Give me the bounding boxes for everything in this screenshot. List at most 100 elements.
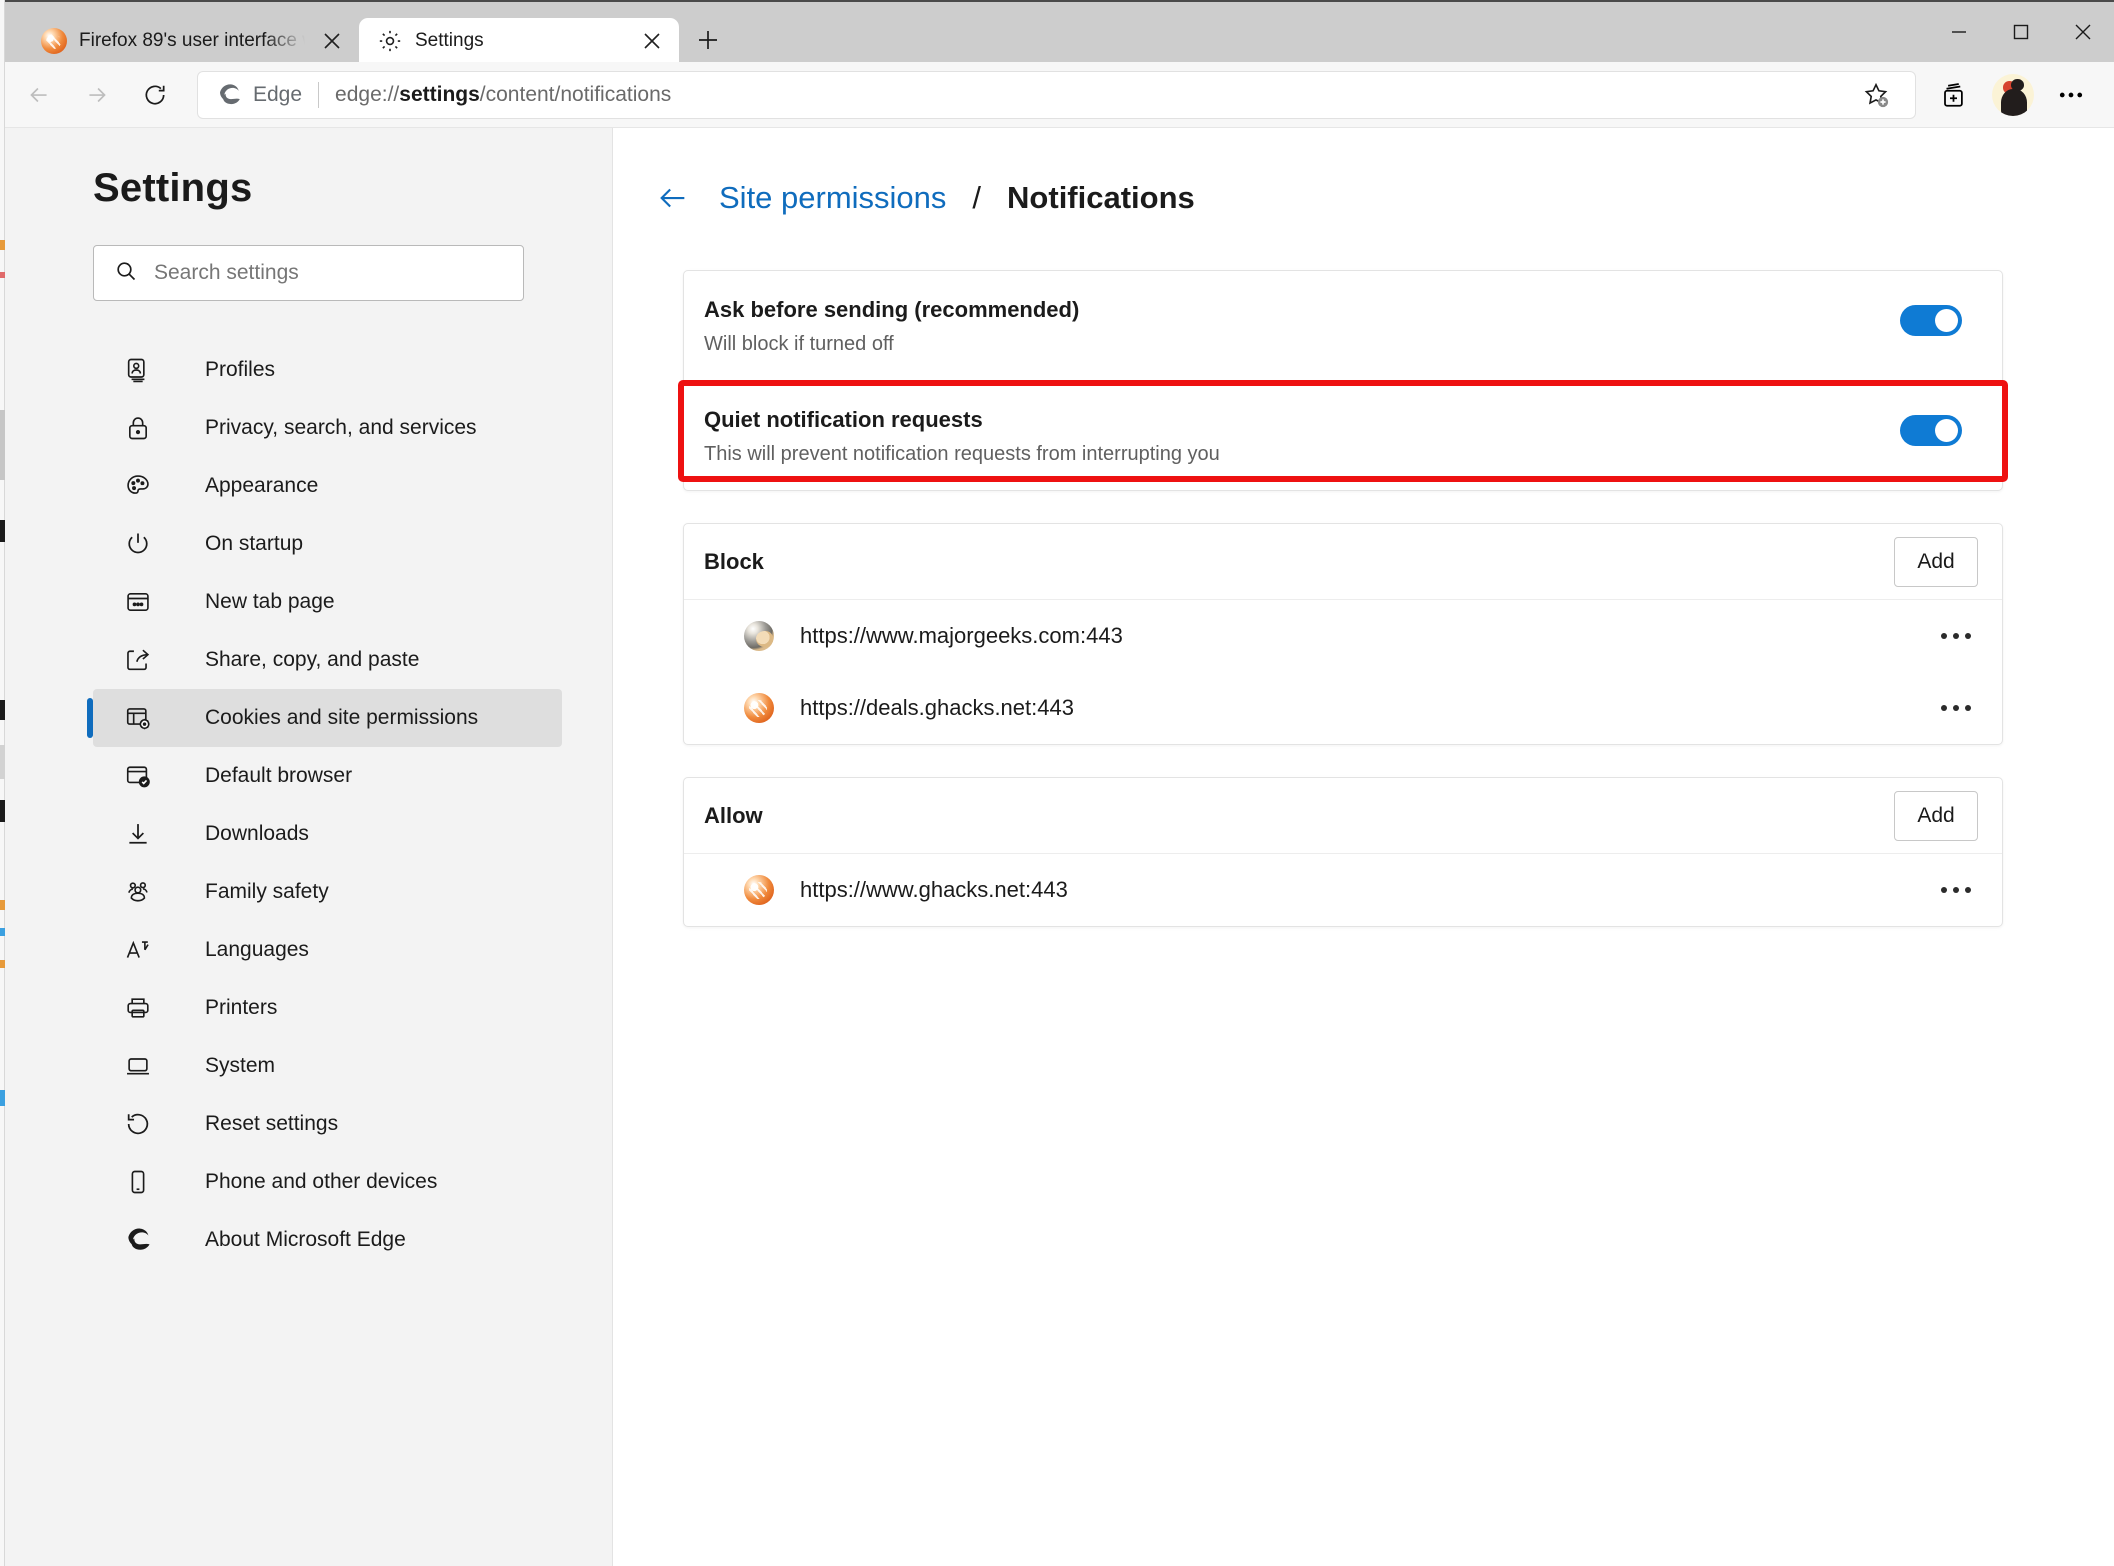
allow-list-header: Allow Add	[684, 778, 2002, 854]
browser-toolbar: Edge edge://settings/content/notificatio…	[5, 62, 2114, 128]
page-title: Settings	[93, 166, 612, 211]
ghacks-favicon	[744, 693, 774, 723]
close-icon[interactable]	[637, 26, 667, 56]
ellipsis-menu-icon[interactable]	[2042, 71, 2100, 119]
back-arrow-icon[interactable]	[653, 178, 693, 218]
site-url: https://deals.ghacks.net:443	[800, 695, 1908, 721]
browser-tab-1[interactable]: Firefox 89's user interface will be	[23, 18, 359, 64]
tab-title: Settings	[415, 30, 625, 52]
window-controls	[1928, 2, 2114, 62]
url-text: edge://settings/content/notifications	[335, 83, 671, 107]
site-options-menu[interactable]	[1934, 868, 1978, 912]
notification-toggles-card: Ask before sending (recommended) Will bl…	[683, 270, 2003, 491]
tab-strip: Firefox 89's user interface will be Sett…	[23, 10, 729, 64]
close-button[interactable]	[2052, 2, 2114, 62]
settings-sidebar: Settings Search settings Profiles	[5, 128, 613, 1566]
sidebar-item-about-microsoft-edge[interactable]: About Microsoft Edge	[93, 1211, 562, 1269]
cookies-permissions-icon	[121, 701, 155, 735]
sidebar-item-default-browser[interactable]: Default browser	[93, 747, 562, 805]
toggle-subtitle: Will block if turned off	[704, 333, 1900, 356]
breadcrumb: Site permissions / Notifications	[653, 178, 2114, 218]
toggle-row-ask-before-sending[interactable]: Ask before sending (recommended) Will bl…	[684, 271, 2002, 380]
sidebar-item-languages[interactable]: Languages	[93, 921, 562, 979]
site-row[interactable]: https://deals.ghacks.net:443	[684, 672, 2002, 744]
breadcrumb-parent-link[interactable]: Site permissions	[719, 180, 946, 216]
site-row[interactable]: https://www.ghacks.net:443	[684, 854, 2002, 926]
ask-before-sending-toggle[interactable]	[1900, 305, 1962, 336]
block-list-card: Block Add https://www.majorgeeks.com:443…	[683, 523, 2003, 745]
sidebar-item-cookies-and-site-permissions[interactable]: Cookies and site permissions	[93, 689, 562, 747]
sidebar-item-family-safety[interactable]: Family safety	[93, 863, 562, 921]
allow-add-button[interactable]: Add	[1894, 791, 1978, 841]
phone-icon	[121, 1165, 155, 1199]
languages-icon	[121, 933, 155, 967]
sidebar-item-privacy[interactable]: Privacy, search, and services	[93, 399, 562, 457]
sidebar-item-label: On startup	[205, 532, 303, 556]
reload-icon[interactable]	[131, 71, 179, 119]
site-options-menu[interactable]	[1934, 686, 1978, 730]
sidebar-item-appearance[interactable]: Appearance	[93, 457, 562, 515]
gear-icon	[377, 28, 403, 54]
sidebar-item-downloads[interactable]: Downloads	[93, 805, 562, 863]
sidebar-item-label: Downloads	[205, 822, 309, 846]
settings-nav-list: Profiles Privacy, search, and services	[5, 341, 612, 1269]
sidebar-item-label: Phone and other devices	[205, 1170, 437, 1194]
search-settings-input[interactable]: Search settings	[93, 245, 524, 301]
url-bold: settings	[399, 83, 480, 106]
address-bar[interactable]: Edge edge://settings/content/notificatio…	[197, 71, 1916, 119]
forward-arrow-icon[interactable]	[73, 71, 121, 119]
close-icon[interactable]	[317, 26, 347, 56]
settings-main: Site permissions / Notifications Ask bef…	[613, 128, 2114, 1566]
edge-brand-label: Edge	[253, 83, 302, 107]
sidebar-item-label: Languages	[205, 938, 309, 962]
new-tab-page-icon	[121, 585, 155, 619]
sidebar-item-label: System	[205, 1054, 275, 1078]
sidebar-item-label: Family safety	[205, 880, 329, 904]
toggle-text: Ask before sending (recommended) Will bl…	[704, 297, 1900, 356]
reset-icon	[121, 1107, 155, 1141]
search-icon	[114, 259, 138, 288]
allow-list-card: Allow Add https://www.ghacks.net:443	[683, 777, 2003, 927]
browser-tab-2[interactable]: Settings	[359, 18, 679, 64]
site-row[interactable]: https://www.majorgeeks.com:443	[684, 600, 2002, 672]
background-window-sliver	[0, 0, 5, 1566]
sidebar-item-share-copy-paste[interactable]: Share, copy, and paste	[93, 631, 562, 689]
sidebar-item-label: Share, copy, and paste	[205, 648, 419, 672]
toggle-row-quiet-notification-requests[interactable]: Quiet notification requests This will pr…	[684, 380, 2002, 490]
toggle-knob	[1935, 309, 1958, 332]
quiet-notification-requests-toggle[interactable]	[1900, 415, 1962, 446]
profile-avatar[interactable]	[1984, 71, 2042, 119]
block-add-button[interactable]: Add	[1894, 537, 1978, 587]
sidebar-item-label: Privacy, search, and services	[205, 416, 477, 440]
sidebar-item-phone-and-other-devices[interactable]: Phone and other devices	[93, 1153, 562, 1211]
toggle-subtitle: This will prevent notification requests …	[704, 443, 1900, 466]
new-tab-button[interactable]	[687, 19, 729, 61]
sidebar-item-label: About Microsoft Edge	[205, 1228, 406, 1252]
site-options-menu[interactable]	[1934, 614, 1978, 658]
sidebar-item-printers[interactable]: Printers	[93, 979, 562, 1037]
family-icon	[121, 875, 155, 909]
back-arrow-icon[interactable]	[15, 71, 63, 119]
settings-cards: Ask before sending (recommended) Will bl…	[683, 270, 2003, 927]
breadcrumb-separator: /	[972, 180, 981, 216]
breadcrumb-current: Notifications	[1007, 180, 1195, 216]
minimize-button[interactable]	[1928, 2, 1990, 62]
maximize-button[interactable]	[1990, 2, 2052, 62]
toggle-knob	[1935, 419, 1958, 442]
printer-icon	[121, 991, 155, 1025]
page-content: Settings Search settings Profiles	[5, 128, 2114, 1566]
sidebar-item-label: Profiles	[205, 358, 275, 382]
sidebar-item-new-tab-page[interactable]: New tab page	[93, 573, 562, 631]
star-add-icon[interactable]	[1850, 71, 1902, 119]
collections-icon[interactable]	[1926, 71, 1984, 119]
url-suffix: /content/notifications	[480, 83, 671, 106]
sidebar-item-on-startup[interactable]: On startup	[93, 515, 562, 573]
sidebar-item-reset-settings[interactable]: Reset settings	[93, 1095, 562, 1153]
toggle-title: Ask before sending (recommended)	[704, 297, 1900, 323]
section-heading: Block	[704, 549, 764, 575]
default-browser-icon	[121, 759, 155, 793]
search-placeholder: Search settings	[154, 261, 299, 285]
sidebar-item-system[interactable]: System	[93, 1037, 562, 1095]
profiles-icon	[121, 353, 155, 387]
sidebar-item-profiles[interactable]: Profiles	[93, 341, 562, 399]
